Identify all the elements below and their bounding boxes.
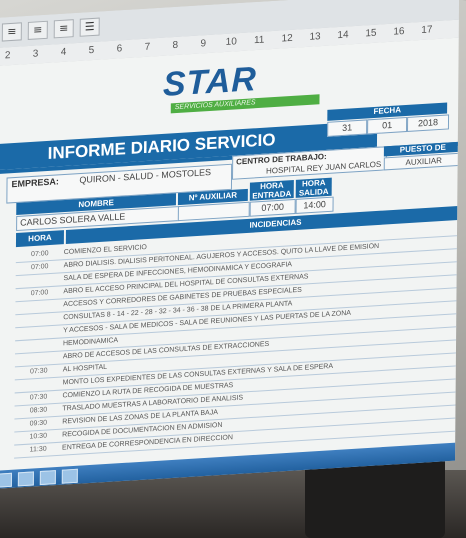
ruler-mark: 9 [200, 38, 207, 50]
ruler-mark: 14 [337, 29, 349, 42]
align-left-icon[interactable]: ≡ [1, 22, 22, 42]
salida-label: HORA SALIDA [295, 177, 332, 198]
ruler-mark: 2 [4, 50, 11, 62]
fecha-month[interactable]: 01 [367, 116, 408, 135]
row-text: HEMODINAMICA [62, 337, 119, 348]
monitor-screen: ≡ ≡ ≡ ☰ 2 3 4 5 6 7 8 9 10 11 12 13 14 1… [0, 0, 460, 490]
nauxiliar-value[interactable] [177, 201, 250, 222]
ruler-mark: 17 [421, 24, 433, 36]
fecha-year[interactable]: 2018 [407, 114, 450, 132]
ruler-mark: 15 [365, 27, 377, 40]
ruler-mark: 10 [225, 36, 237, 48]
ruler-mark: 4 [60, 46, 67, 59]
ruler-mark: 12 [281, 32, 293, 45]
entrada-value[interactable]: 07:00 [249, 198, 296, 217]
document-page[interactable]: STAR SERVICIOS AUXILIARES INFORME DIARIO… [0, 34, 460, 490]
ruler-mark: 8 [172, 39, 179, 52]
row-time: 11:30 [29, 445, 47, 454]
align-center-icon[interactable]: ≡ [27, 20, 48, 40]
fecha-day[interactable]: 31 [327, 119, 368, 137]
ruler-mark: 7 [144, 41, 151, 53]
row-time [16, 280, 64, 283]
ruler-mark: 6 [116, 43, 123, 55]
photo-scene: ≡ ≡ ≡ ☰ 2 3 4 5 6 7 8 9 10 11 12 13 14 1… [0, 0, 466, 538]
row-text: AL HOSPITAL [62, 363, 108, 374]
align-right-icon[interactable]: ≡ [53, 19, 74, 39]
explorer-icon[interactable] [17, 471, 34, 487]
row-time [15, 319, 63, 322]
ruler-mark: 11 [253, 34, 265, 47]
row-time [15, 332, 63, 335]
entrada-label: HORA ENTRADA [249, 179, 294, 201]
row-time [15, 384, 63, 387]
ruler-mark: 5 [88, 44, 95, 57]
ruler-mark: 3 [32, 48, 39, 60]
row-time [15, 345, 63, 348]
hora-label: HORA [15, 230, 64, 248]
ruler-mark: 16 [393, 25, 405, 38]
start-icon[interactable] [0, 472, 12, 488]
ruler-mark: 13 [309, 31, 321, 43]
row-time [15, 358, 63, 361]
browser-icon[interactable] [39, 470, 56, 486]
company-logo: STAR SERVICIOS AUXILIARES [163, 57, 320, 114]
list-icon[interactable]: ☰ [79, 17, 100, 37]
empresa-value: QUIRON - SALUD - MOSTOLES [79, 167, 212, 186]
empresa-label: EMPRESA: [11, 176, 59, 190]
salida-value[interactable]: 14:00 [295, 196, 334, 214]
word-icon[interactable] [61, 468, 78, 484]
row-time [15, 306, 63, 309]
